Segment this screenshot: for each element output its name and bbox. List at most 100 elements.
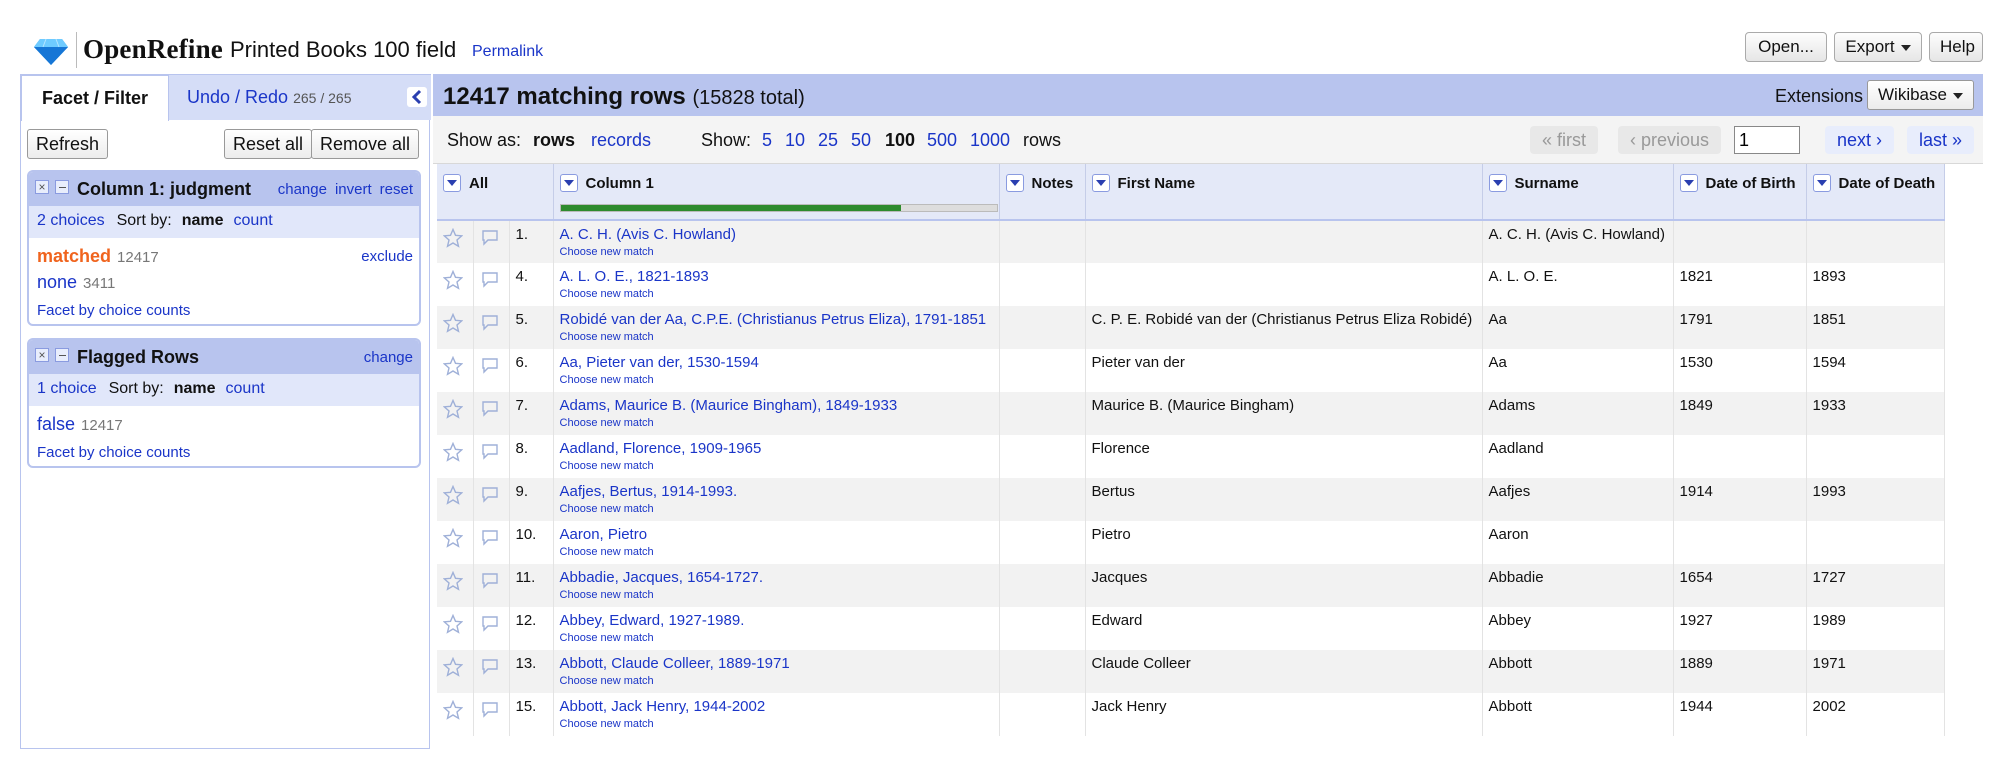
column-header-notes[interactable]: Notes [999, 164, 1086, 221]
choose-new-match-link[interactable]: Choose new match [560, 374, 993, 386]
matched-entity-link[interactable]: A. L. O. E., 1821-1893 [560, 268, 709, 285]
column-header-date-of-birth[interactable]: Date of Birth [1673, 164, 1807, 221]
first-name-cell[interactable] [1085, 220, 1483, 263]
notes-cell[interactable] [999, 478, 1086, 521]
minimize-facet-icon[interactable] [55, 348, 69, 362]
facet-choice-matched[interactable]: matched 12417 [37, 246, 159, 267]
surname-cell[interactable]: Aa [1482, 349, 1674, 392]
star-icon[interactable] [443, 657, 463, 677]
tab-undo-redo[interactable]: Undo / Redo 265 / 265 [187, 87, 351, 108]
first-page-button[interactable]: « first [1530, 126, 1599, 154]
first-name-cell[interactable] [1085, 263, 1483, 306]
facet-choice-false[interactable]: false 12417 [37, 414, 123, 435]
facet-invert-link[interactable]: invert [335, 181, 372, 198]
date-of-birth-cell[interactable] [1673, 521, 1807, 564]
notes-cell[interactable] [999, 263, 1086, 306]
app-logo-text[interactable]: OpenRefine [83, 34, 223, 65]
date-of-birth-cell[interactable]: 1927 [1673, 607, 1807, 650]
choose-new-match-link[interactable]: Choose new match [560, 589, 993, 601]
star-icon[interactable] [443, 228, 463, 248]
date-of-birth-cell[interactable] [1673, 435, 1807, 478]
date-of-death-cell[interactable]: 1594 [1806, 349, 1945, 392]
choose-new-match-link[interactable]: Choose new match [560, 288, 993, 300]
column-menu-icon[interactable] [559, 174, 578, 192]
page-size-500[interactable]: 500 [927, 130, 957, 151]
matched-entity-link[interactable]: Aafjes, Bertus, 1914-1993. [560, 483, 738, 500]
notes-cell[interactable] [999, 220, 1086, 263]
date-of-death-cell[interactable] [1806, 220, 1945, 263]
facet-choices-count[interactable]: 1 choice [37, 380, 97, 397]
date-of-birth-cell[interactable]: 1849 [1673, 392, 1807, 435]
date-of-birth-cell[interactable]: 1530 [1673, 349, 1807, 392]
matched-entity-link[interactable]: Adams, Maurice B. (Maurice Bingham), 184… [560, 397, 898, 414]
surname-cell[interactable]: Aaron [1482, 521, 1674, 564]
notes-cell[interactable] [999, 564, 1086, 607]
surname-cell[interactable]: Adams [1482, 392, 1674, 435]
facet-by-choice-counts-link[interactable]: Facet by choice counts [37, 302, 190, 319]
page-size-25[interactable]: 25 [818, 130, 838, 151]
date-of-birth-cell[interactable]: 1914 [1673, 478, 1807, 521]
notes-cell[interactable] [999, 521, 1086, 564]
remove-facet-icon[interactable]: × [35, 180, 49, 194]
first-name-cell[interactable]: C. P. E. Robidé van der (Christianus Pet… [1085, 306, 1483, 349]
page-size-50[interactable]: 50 [851, 130, 871, 151]
previous-page-button[interactable]: ‹ previous [1618, 126, 1722, 154]
flag-icon[interactable] [480, 399, 500, 419]
first-name-cell[interactable]: Florence [1085, 435, 1483, 478]
date-of-birth-cell[interactable] [1673, 220, 1807, 263]
flag-icon[interactable] [480, 442, 500, 462]
facet-change-link[interactable]: change [364, 349, 413, 366]
open-button[interactable]: Open... [1745, 32, 1827, 62]
refresh-button[interactable]: Refresh [27, 129, 109, 159]
sort-by-name[interactable]: name [174, 380, 216, 397]
flag-icon[interactable] [480, 700, 500, 720]
notes-cell[interactable] [999, 607, 1086, 650]
star-icon[interactable] [443, 356, 463, 376]
notes-cell[interactable] [999, 349, 1086, 392]
sort-by-count[interactable]: count [226, 380, 265, 397]
first-name-cell[interactable]: Jacques [1085, 564, 1483, 607]
star-icon[interactable] [443, 700, 463, 720]
column-header-surname[interactable]: Surname [1482, 164, 1674, 221]
tab-facet-filter[interactable]: Facet / Filter [21, 75, 169, 121]
next-page-button[interactable]: next › [1825, 126, 1895, 154]
date-of-birth-cell[interactable]: 1654 [1673, 564, 1807, 607]
star-icon[interactable] [443, 528, 463, 548]
surname-cell[interactable]: Abbott [1482, 650, 1674, 693]
last-page-button[interactable]: last » [1907, 126, 1975, 154]
choose-new-match-link[interactable]: Choose new match [560, 718, 993, 730]
flag-icon[interactable] [480, 270, 500, 290]
matched-entity-link[interactable]: Aadland, Florence, 1909-1965 [560, 440, 762, 457]
flag-icon[interactable] [480, 657, 500, 677]
column-menu-icon[interactable] [1812, 174, 1831, 192]
matched-entity-link[interactable]: Abbott, Claude Colleer, 1889-1971 [560, 655, 790, 672]
facet-by-choice-counts-link[interactable]: Facet by choice counts [37, 444, 190, 461]
date-of-death-cell[interactable] [1806, 435, 1945, 478]
flag-icon[interactable] [480, 614, 500, 634]
first-name-cell[interactable]: Pieter van der [1085, 349, 1483, 392]
facet-choice-none[interactable]: none 3411 [37, 272, 115, 293]
flag-icon[interactable] [480, 485, 500, 505]
first-name-cell[interactable]: Edward [1085, 607, 1483, 650]
star-icon[interactable] [443, 614, 463, 634]
date-of-death-cell[interactable]: 2002 [1806, 693, 1945, 736]
page-number-input[interactable] [1734, 126, 1800, 154]
matched-entity-link[interactable]: Abbey, Edward, 1927-1989. [560, 612, 745, 629]
wikibase-menu-button[interactable]: Wikibase [1867, 80, 1974, 110]
column-header-column1[interactable]: Column 1 [553, 164, 1000, 221]
surname-cell[interactable]: Abbott [1482, 693, 1674, 736]
choose-new-match-link[interactable]: Choose new match [560, 632, 993, 644]
matched-entity-link[interactable]: A. C. H. (Avis C. Howland) [560, 226, 736, 243]
matched-entity-link[interactable]: Abbadie, Jacques, 1654-1727. [560, 569, 764, 586]
star-icon[interactable] [443, 442, 463, 462]
surname-cell[interactable]: Abbey [1482, 607, 1674, 650]
flag-icon[interactable] [480, 313, 500, 333]
choose-new-match-link[interactable]: Choose new match [560, 460, 993, 472]
date-of-death-cell[interactable]: 1893 [1806, 263, 1945, 306]
surname-cell[interactable]: Aadland [1482, 435, 1674, 478]
choose-new-match-link[interactable]: Choose new match [560, 503, 993, 515]
surname-cell[interactable]: A. C. H. (Avis C. Howland) [1482, 220, 1674, 263]
date-of-death-cell[interactable]: 1989 [1806, 607, 1945, 650]
surname-cell[interactable]: Aafjes [1482, 478, 1674, 521]
matched-entity-link[interactable]: Aa, Pieter van der, 1530-1594 [560, 354, 759, 371]
